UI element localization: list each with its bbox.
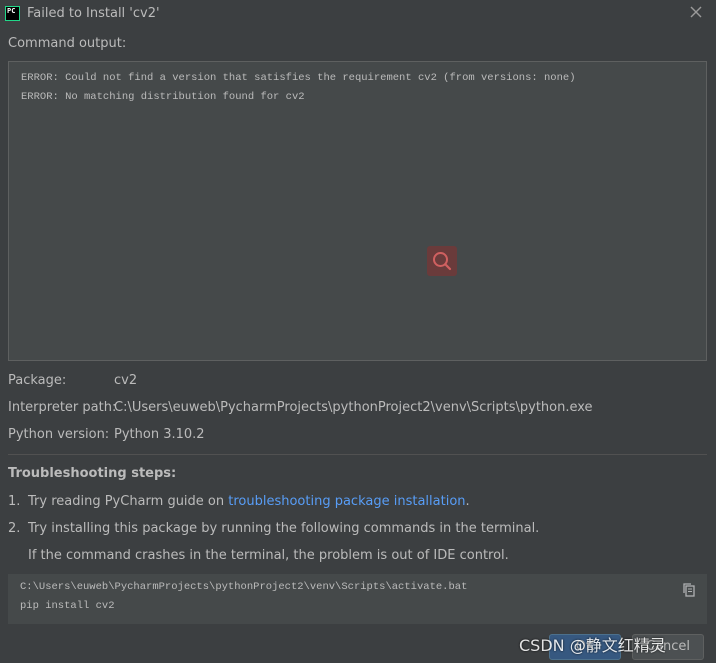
step-1-number: 1. xyxy=(8,494,21,509)
output-line: ERROR: Could not find a version that sat… xyxy=(21,72,576,84)
window-title: Failed to Install 'cv2' xyxy=(27,6,160,21)
package-label: Package: xyxy=(8,373,67,388)
title-bar: PC Failed to Install 'cv2' xyxy=(0,0,716,28)
interpreter-path-label: Interpreter path: xyxy=(8,400,117,415)
step-2-note: If the command crashes in the terminal, … xyxy=(28,548,509,563)
step-1-suffix: . xyxy=(465,494,470,509)
python-version-label: Python version: xyxy=(8,427,110,442)
terminal-commands-box[interactable]: C:\Users\euweb\PycharmProjects\pythonPro… xyxy=(8,574,707,624)
troubleshooting-heading: Troubleshooting steps: xyxy=(8,466,177,481)
copy-commands-button[interactable] xyxy=(681,582,697,598)
app-icon-label: PC xyxy=(7,7,16,15)
step-2-text: Try installing this package by running t… xyxy=(28,521,540,536)
interpreter-path-value: C:\Users\euweb\PycharmProjects\pythonPro… xyxy=(114,400,593,415)
command-output-panel[interactable]: ERROR: Could not find a version that sat… xyxy=(8,61,707,361)
search-button[interactable] xyxy=(427,246,457,276)
step-1-prefix: Try reading PyCharm guide on xyxy=(28,494,229,509)
step-2-number: 2. xyxy=(8,521,21,536)
copy-icon xyxy=(683,583,695,597)
search-icon xyxy=(433,252,452,271)
csdn-watermark: CSDN @静文红精灵 xyxy=(519,636,666,655)
close-icon xyxy=(690,6,702,18)
separator xyxy=(8,454,707,455)
close-button[interactable] xyxy=(688,4,704,20)
output-line: ERROR: No matching distribution found fo… xyxy=(21,91,305,103)
troubleshooting-guide-link[interactable]: troubleshooting package installation xyxy=(228,494,465,509)
pycharm-logo-icon: PC xyxy=(5,6,20,21)
step-1-text: Try reading PyCharm guide on troubleshoo… xyxy=(28,494,470,509)
package-value: cv2 xyxy=(114,373,138,388)
command-output-label: Command output: xyxy=(8,36,127,51)
command-line: C:\Users\euweb\PycharmProjects\pythonPro… xyxy=(20,581,468,593)
python-version-value: Python 3.10.2 xyxy=(114,427,205,442)
command-line: pip install cv2 xyxy=(20,600,115,612)
